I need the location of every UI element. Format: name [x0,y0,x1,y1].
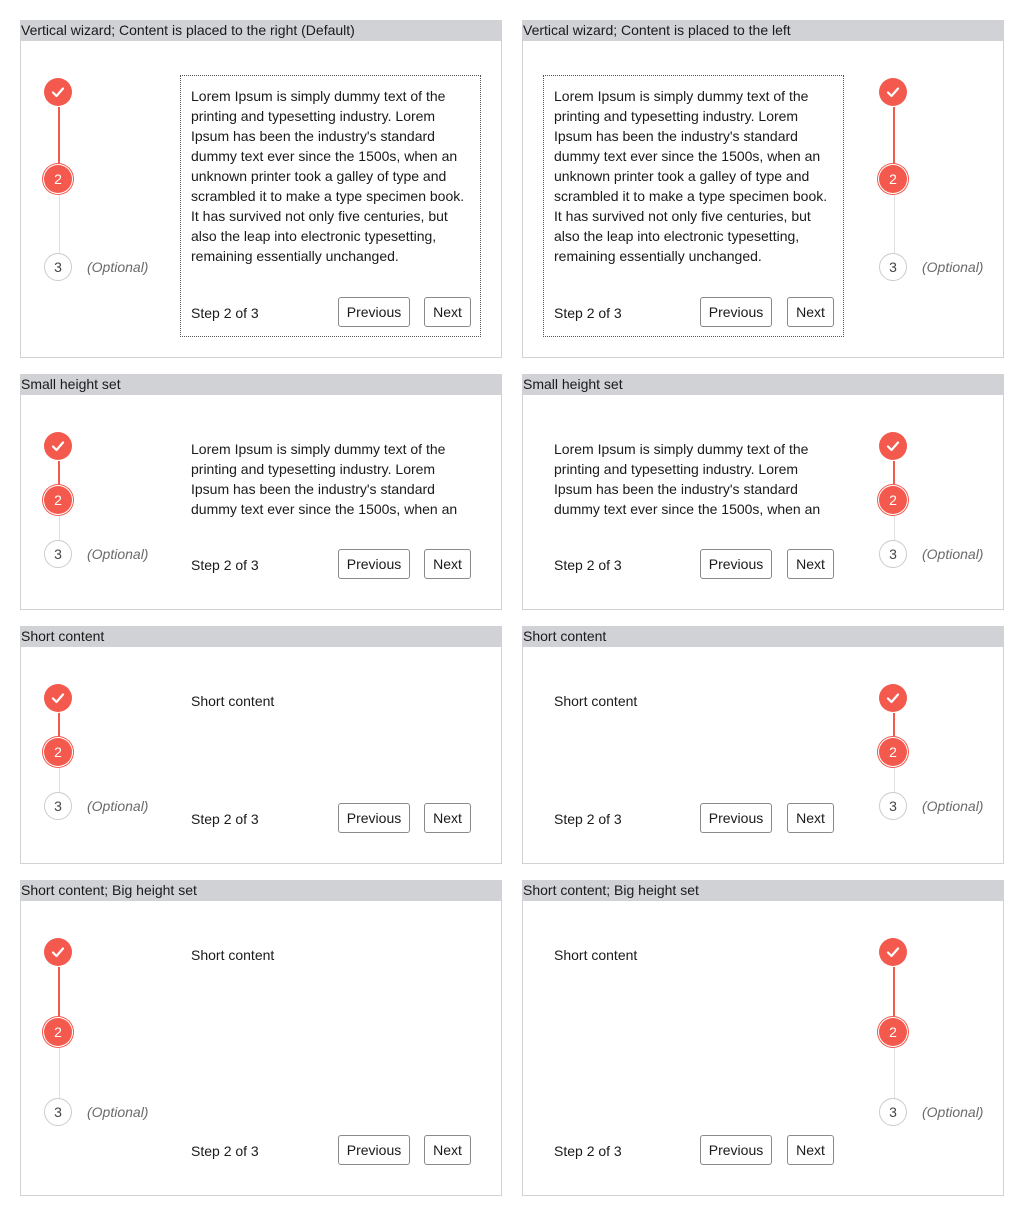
vertical-stepper: 2 3 (Optional) [873,21,1003,357]
vertical-stepper: 2 3 (Optional) [21,881,151,1195]
check-icon [51,87,65,98]
content-text: Short content [554,693,638,709]
wizard-content: Lorem Ipsum is simply dummy text of the … [181,439,482,599]
previous-button[interactable]: Previous [338,1135,410,1165]
step-2-current[interactable]: 2 [879,165,907,193]
next-button[interactable]: Next [787,803,834,833]
vertical-stepper: 2 3 (Optional) [873,627,1003,863]
step-3-optional-label: (Optional) [87,546,149,562]
wizard-panel-big-height: Short content; Big height set 2 3 (Optio… [20,880,502,1196]
wizard-panel-default: Vertical wizard; Content is placed to th… [20,20,502,358]
step-2-current[interactable]: 2 [879,738,907,766]
wizard-panel-small-height: Small height set 2 3 (Optional) Lorem Ip… [20,374,502,610]
step-indicator: Step 2 of 3 [191,305,259,321]
previous-button[interactable]: Previous [338,803,410,833]
next-button[interactable]: Next [424,1135,471,1165]
step-2-current[interactable]: 2 [44,1018,72,1046]
step-3-optional-label: (Optional) [87,259,149,275]
step-indicator: Step 2 of 3 [554,557,622,573]
wizard-panel-big-height-left: Short content; Big height set Short cont… [522,880,1004,1196]
step-3-optional-label: (Optional) [87,1104,149,1120]
next-button[interactable]: Next [787,1135,834,1165]
step-indicator: Step 2 of 3 [554,811,622,827]
check-icon [51,947,65,958]
wizard-content: Lorem Ipsum is simply dummy text of the … [544,439,845,599]
check-icon [51,693,65,704]
vertical-stepper: 2 3 (Optional) [21,375,151,609]
step-3-optional-label: (Optional) [922,546,984,562]
previous-button[interactable]: Previous [700,803,772,833]
check-icon [51,441,65,452]
step-3-upcoming[interactable]: 3 [879,1098,907,1126]
step-3-optional-label: (Optional) [87,798,149,814]
step-1-completed[interactable] [44,938,72,966]
content-text: Short content [191,693,275,709]
check-icon [886,693,900,704]
wizard-panel-small-height-left: Small height set Lorem Ipsum is simply d… [522,374,1004,610]
content-text: Lorem Ipsum is simply dummy text of the … [554,441,821,517]
content-text: Lorem Ipsum is simply dummy text of the … [191,88,465,264]
check-icon [886,947,900,958]
step-1-completed[interactable] [44,78,72,106]
check-icon [886,441,900,452]
wizard-panel-short-content: Short content 2 3 (Optional) Short conte… [20,626,502,864]
check-icon [886,87,900,98]
step-indicator: Step 2 of 3 [554,1143,622,1159]
vertical-stepper: 2 3 (Optional) [873,375,1003,609]
wizard-content: Short content Step 2 of 3 Previous Next [181,691,482,855]
step-1-completed[interactable] [44,432,72,460]
step-3-upcoming[interactable]: 3 [44,253,72,281]
next-button[interactable]: Next [787,297,834,327]
step-indicator: Step 2 of 3 [191,811,259,827]
step-1-completed[interactable] [879,432,907,460]
content-text: Short content [191,947,275,963]
wizard-content: Lorem Ipsum is simply dummy text of the … [543,75,844,337]
previous-button[interactable]: Previous [338,297,410,327]
content-text: Lorem Ipsum is simply dummy text of the … [554,88,828,264]
step-3-upcoming[interactable]: 3 [879,540,907,568]
step-1-completed[interactable] [879,684,907,712]
previous-button[interactable]: Previous [700,549,772,579]
step-3-optional-label: (Optional) [922,1104,984,1120]
vertical-stepper: 2 3 (Optional) [21,21,151,357]
previous-button[interactable]: Previous [338,549,410,579]
step-1-completed[interactable] [44,684,72,712]
step-3-optional-label: (Optional) [922,798,984,814]
step-indicator: Step 2 of 3 [191,1143,259,1159]
next-button[interactable]: Next [424,549,471,579]
wizard-content: Short content Step 2 of 3 Previous Next [544,691,845,855]
step-2-current[interactable]: 2 [879,1018,907,1046]
previous-button[interactable]: Previous [700,297,772,327]
step-3-optional-label: (Optional) [922,259,984,275]
wizard-content: Short content Step 2 of 3 Previous Next [544,945,845,1185]
content-text: Short content [554,947,638,963]
step-3-upcoming[interactable]: 3 [44,540,72,568]
previous-button[interactable]: Previous [700,1135,772,1165]
wizard-panel-content-left: Vertical wizard; Content is placed to th… [522,20,1004,358]
next-button[interactable]: Next [787,549,834,579]
step-3-upcoming[interactable]: 3 [44,1098,72,1126]
next-button[interactable]: Next [424,803,471,833]
step-1-completed[interactable] [879,938,907,966]
step-indicator: Step 2 of 3 [191,557,259,573]
vertical-stepper: 2 3 (Optional) [873,881,1003,1195]
vertical-stepper: 2 3 (Optional) [21,627,151,863]
content-text: Lorem Ipsum is simply dummy text of the … [191,441,458,517]
step-2-current[interactable]: 2 [44,738,72,766]
step-3-upcoming[interactable]: 3 [879,792,907,820]
step-indicator: Step 2 of 3 [554,305,622,321]
step-2-current[interactable]: 2 [44,165,72,193]
step-2-current[interactable]: 2 [44,486,72,514]
step-3-upcoming[interactable]: 3 [879,253,907,281]
wizard-content: Short content Step 2 of 3 Previous Next [181,945,482,1185]
step-2-current[interactable]: 2 [879,486,907,514]
wizard-panel-short-content-left: Short content Short content Step 2 of 3 … [522,626,1004,864]
step-3-upcoming[interactable]: 3 [44,792,72,820]
wizard-content: Lorem Ipsum is simply dummy text of the … [180,75,481,337]
step-1-completed[interactable] [879,78,907,106]
next-button[interactable]: Next [424,297,471,327]
